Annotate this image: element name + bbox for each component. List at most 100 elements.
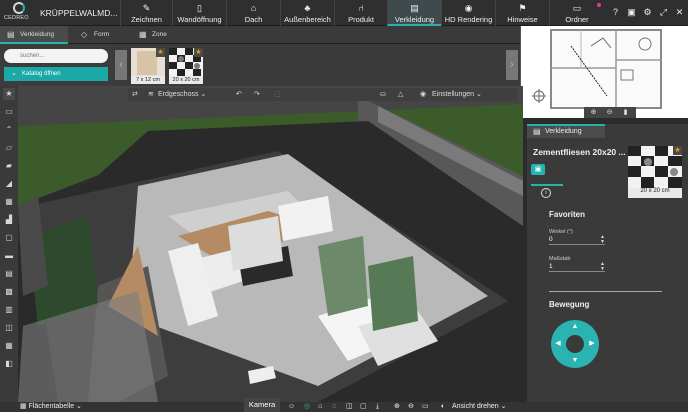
- orbit-icon[interactable]: ◌: [332, 402, 336, 412]
- window-icon[interactable]: ▢: [3, 232, 15, 244]
- cube-icon[interactable]: ◫: [3, 322, 15, 334]
- lock-icon[interactable]: ▢: [360, 402, 367, 412]
- tool-label: Produkt: [348, 15, 374, 24]
- floor-select[interactable]: Erdgeschoss ⌄: [158, 88, 206, 101]
- angle-field[interactable]: 0 ▲ ▼: [549, 235, 605, 245]
- swap-icon[interactable]: ⇄: [132, 88, 138, 101]
- settings-select[interactable]: Einstellungen ⌄: [432, 88, 482, 101]
- tool-verkleidung[interactable]: ▤ Verkleidung: [387, 0, 441, 26]
- material-swatch-selected[interactable]: ★ 20 x 20 cm: [169, 48, 203, 84]
- strip-left-arrow-icon[interactable]: ‹: [115, 50, 127, 80]
- redo-icon[interactable]: ↷: [254, 88, 260, 101]
- roof-slope-icon[interactable]: ⌃: [3, 124, 15, 136]
- notification-dot: [597, 3, 601, 7]
- zoom-out-icon[interactable]: ⊖: [604, 108, 615, 117]
- select-mode-icon[interactable]: ⬚: [274, 88, 281, 101]
- favorite-star-icon[interactable]: ★: [3, 88, 15, 100]
- move-up-icon[interactable]: ▲: [570, 322, 580, 332]
- star-icon[interactable]: ★: [194, 48, 203, 57]
- tree-icon: ♣: [304, 3, 311, 13]
- camera-button[interactable]: Kamera: [244, 398, 280, 412]
- zoom-in-icon[interactable]: ⊕: [394, 402, 400, 412]
- move-down-icon[interactable]: ▼: [570, 356, 580, 366]
- undo-icon[interactable]: ↶: [236, 88, 242, 101]
- fullscreen-icon[interactable]: ⤢: [657, 6, 670, 19]
- brick-icon[interactable]: ▤: [3, 268, 15, 280]
- zoom-in-icon[interactable]: ⊕: [588, 108, 599, 117]
- grid-icon[interactable]: ▦: [3, 340, 15, 352]
- rotate-view-label: Ansicht drehen: [452, 403, 499, 410]
- material-swatch[interactable]: ★ 7 x 12 cm: [131, 48, 165, 84]
- terrain-icon[interactable]: △: [398, 88, 403, 101]
- floor-icon[interactable]: ▱: [3, 142, 15, 154]
- cube-view-icon[interactable]: ◫: [346, 402, 353, 412]
- help-icon[interactable]: ?: [609, 6, 622, 19]
- star-icon[interactable]: ★: [156, 48, 165, 57]
- project-name[interactable]: KRÜPPELWALMD...: [40, 8, 117, 18]
- 3d-scene: [18, 86, 523, 402]
- tool-ordner[interactable]: ▭ Ordner: [549, 0, 604, 26]
- tool-dach[interactable]: ⌂ Dach: [226, 0, 280, 26]
- person-icon[interactable]: ☺: [288, 402, 295, 412]
- layers-icon[interactable]: ◧: [3, 358, 15, 370]
- tool-label: HD Rendering: [444, 15, 493, 24]
- floor-plan-minimap[interactable]: [520, 26, 688, 118]
- tool-hinweise[interactable]: ⚑ Hinweise: [495, 0, 549, 26]
- camera-mode-icon[interactable]: ◎: [304, 402, 310, 412]
- logo-text: CEDREO: [4, 15, 29, 21]
- walk-icon[interactable]: ⌂: [318, 402, 322, 412]
- fit-icon[interactable]: ▭: [422, 402, 429, 412]
- pencil-icon: ✎: [142, 3, 151, 13]
- chevron-down-icon: ⌄: [11, 70, 17, 77]
- subtab-label: Verkleidung: [20, 31, 54, 38]
- tool-aussenbereich[interactable]: ♣ Außenbereich: [280, 0, 334, 26]
- rotate-view-button[interactable]: Ansicht drehen ⌄: [452, 402, 507, 412]
- level-stack-icon[interactable]: ≋: [148, 88, 154, 101]
- trash-icon[interactable]: ▮: [620, 108, 631, 117]
- ceiling-icon[interactable]: ▰: [3, 160, 15, 172]
- tool-zeichnen[interactable]: ✎ Zeichnen: [120, 0, 172, 26]
- shape-icon: ◇: [81, 30, 88, 39]
- subtab-zone[interactable]: ▦ Zone: [132, 26, 182, 44]
- stairs-icon[interactable]: ▟: [3, 214, 15, 226]
- selected-material-thumbnail[interactable]: ★ 20 x 20 cm: [628, 146, 682, 198]
- tool-produkt[interactable]: ⑁ Produkt: [334, 0, 387, 26]
- stepper-icon[interactable]: ▲ ▼: [600, 262, 605, 272]
- scale-field[interactable]: 1 ▲ ▼: [549, 262, 605, 272]
- tool-hd-rendering[interactable]: ◉ HD Rendering: [441, 0, 495, 26]
- tool-wandoeffnung[interactable]: ▯ Wandöffnung: [172, 0, 226, 26]
- move-left-icon[interactable]: ◀: [553, 339, 563, 349]
- tile-icon[interactable]: ▦: [3, 196, 15, 208]
- paint-bucket-icon[interactable]: ⛀: [380, 88, 386, 101]
- 3d-viewport[interactable]: [18, 86, 523, 402]
- material-type-badge-icon[interactable]: ▣: [531, 164, 545, 175]
- wall-icon[interactable]: ▭: [3, 106, 15, 118]
- subtab-label: Form: [94, 31, 110, 38]
- paint-icon[interactable]: ◢: [3, 178, 15, 190]
- subtab-verkleidung[interactable]: ▤ Verkleidung: [0, 26, 68, 44]
- zoom-out-icon[interactable]: ⊖: [408, 402, 414, 412]
- facade-icon[interactable]: ▥: [3, 304, 15, 316]
- star-icon[interactable]: ★: [673, 146, 682, 155]
- eye-icon[interactable]: ◉: [420, 88, 426, 101]
- area-table-button[interactable]: ▦ Flächentabelle ⌄: [20, 402, 82, 412]
- export-icon[interactable]: ⤓: [376, 402, 379, 412]
- info-icon[interactable]: i: [541, 188, 551, 198]
- close-icon[interactable]: ✕: [673, 6, 686, 19]
- save-icon[interactable]: ▣: [625, 6, 638, 19]
- strip-right-arrow-icon[interactable]: ›: [506, 50, 518, 80]
- settings-icon[interactable]: ⚙: [641, 6, 654, 19]
- movement-control[interactable]: ▲ ▼ ◀ ▶: [551, 320, 599, 368]
- panel-tab-verkleidung[interactable]: ▤ Verkleidung: [527, 124, 605, 138]
- divider: [549, 291, 662, 292]
- stepper-icon[interactable]: ▲ ▼: [600, 235, 605, 245]
- subtab-form[interactable]: ◇ Form: [74, 26, 124, 44]
- scale-value: 1: [549, 263, 553, 270]
- search-input[interactable]: [4, 49, 108, 63]
- cedreo-logo[interactable]: CEDREO: [4, 2, 34, 24]
- tool-label: Außenbereich: [284, 15, 331, 24]
- pattern-icon[interactable]: ▩: [3, 286, 15, 298]
- move-right-icon[interactable]: ▶: [587, 339, 597, 349]
- open-catalog-button[interactable]: ⌄ Katalog öffnen: [4, 67, 108, 81]
- plinth-icon[interactable]: ▬: [3, 250, 15, 262]
